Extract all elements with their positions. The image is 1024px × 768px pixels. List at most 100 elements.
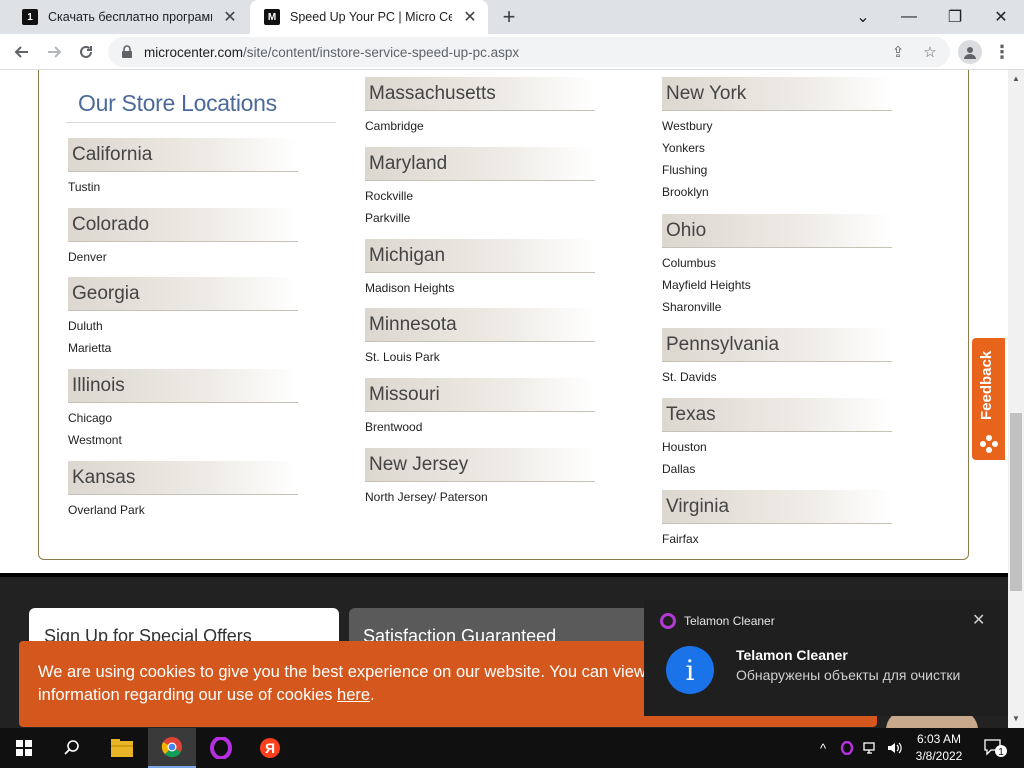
- restore-icon[interactable]: ❐: [932, 0, 978, 34]
- taskbar-clock[interactable]: 6:03 AM 3/8/2022: [908, 731, 970, 765]
- cookie-policy-link[interactable]: here: [337, 686, 370, 704]
- store-city-link[interactable]: Brooklyn: [662, 181, 892, 203]
- reload-icon[interactable]: [72, 38, 100, 66]
- page-scrollbar[interactable]: ▲ ▼: [1008, 70, 1024, 728]
- state-heading: Ohio: [662, 214, 892, 248]
- scrollbar-thumb[interactable]: [1010, 413, 1022, 591]
- store-city-link[interactable]: Cambridge: [365, 115, 595, 137]
- store-city-link[interactable]: Madison Heights: [365, 277, 595, 299]
- store-city-link[interactable]: Columbus: [662, 252, 892, 274]
- state-heading: Texas: [662, 398, 892, 432]
- new-tab-icon[interactable]: +: [498, 4, 520, 29]
- url-text: microcenter.com/site/content/instore-ser…: [144, 44, 520, 60]
- state-block: Texas Houston Dallas: [662, 398, 892, 480]
- windows-toast-notification[interactable]: Telamon Cleaner ✕ i Telamon Cleaner Обна…: [644, 600, 1008, 716]
- tab-search-chevron-icon[interactable]: ⌄: [840, 0, 886, 34]
- state-heading: Massachusetts: [365, 77, 595, 111]
- profile-icon[interactable]: [958, 40, 982, 64]
- opera-icon[interactable]: [197, 728, 245, 768]
- state-heading: Pennsylvania: [662, 328, 892, 362]
- start-icon[interactable]: [0, 728, 48, 768]
- tab-title: Скачать бесплатно программы: [48, 10, 212, 24]
- store-city-link[interactable]: Westbury: [662, 115, 892, 137]
- site-favicon-icon: 1: [22, 9, 38, 25]
- state-block: California Tustin: [68, 138, 298, 198]
- close-window-icon[interactable]: ✕: [978, 0, 1024, 34]
- minimize-icon[interactable]: —: [886, 0, 932, 34]
- info-icon: i: [666, 646, 714, 694]
- store-city-link[interactable]: St. Louis Park: [365, 346, 595, 368]
- store-city-link[interactable]: Houston: [662, 436, 892, 458]
- chevron-up-icon[interactable]: ^: [814, 739, 832, 757]
- state-block: Georgia Duluth Marietta: [68, 277, 298, 359]
- store-city-link[interactable]: Rockville: [365, 185, 595, 207]
- volume-icon[interactable]: [886, 739, 904, 757]
- state-heading: Colorado: [68, 208, 298, 242]
- share-icon[interactable]: ⇪: [888, 42, 908, 62]
- state-heading: Virginia: [662, 490, 892, 524]
- yandex-icon[interactable]: Я: [246, 728, 294, 768]
- state-block: Kansas Overland Park: [68, 461, 298, 521]
- arrow-left-icon[interactable]: [8, 38, 36, 66]
- toast-title: Telamon Cleaner: [736, 647, 848, 663]
- scroll-down-icon[interactable]: ▼: [1012, 714, 1020, 723]
- heading-divider: [66, 122, 336, 123]
- svg-text:Я: Я: [265, 740, 275, 756]
- store-city-link[interactable]: Marietta: [68, 337, 298, 359]
- tab-micro-center[interactable]: M Speed Up Your PC | Micro Center ✕: [250, 0, 488, 34]
- store-city-link[interactable]: Overland Park: [68, 499, 298, 521]
- store-city-link[interactable]: North Jersey/ Paterson: [365, 486, 595, 508]
- state-block: Michigan Madison Heights: [365, 239, 595, 299]
- store-city-link[interactable]: Sharonville: [662, 296, 892, 318]
- arrow-right-icon[interactable]: [40, 38, 68, 66]
- toast-message: Обнаружены объекты для очистки: [736, 667, 961, 683]
- tab-download-programs[interactable]: 1 Скачать бесплатно программы ✕: [8, 0, 248, 34]
- state-heading: New York: [662, 77, 892, 111]
- network-icon[interactable]: [862, 739, 880, 757]
- file-explorer-icon[interactable]: [98, 728, 146, 768]
- store-city-link[interactable]: Denver: [68, 246, 298, 268]
- state-heading: Missouri: [365, 378, 595, 412]
- search-icon[interactable]: [48, 728, 96, 768]
- close-tab-icon[interactable]: ✕: [220, 7, 240, 27]
- store-city-link[interactable]: Westmont: [68, 429, 298, 451]
- close-tab-icon[interactable]: ✕: [460, 7, 480, 27]
- chrome-icon[interactable]: [148, 728, 196, 768]
- state-block: Ohio Columbus Mayfield Heights Sharonvil…: [662, 214, 892, 318]
- windows-taskbar: Я ^ 6:03 AM 3/8/2022 1: [0, 728, 1024, 768]
- state-block: New Jersey North Jersey/ Paterson: [365, 448, 595, 508]
- store-city-link[interactable]: St. Davids: [662, 366, 892, 388]
- state-heading: Kansas: [68, 461, 298, 495]
- store-city-link[interactable]: Tustin: [68, 176, 298, 198]
- scroll-up-icon[interactable]: ▲: [1012, 74, 1020, 83]
- store-city-link[interactable]: Brentwood: [365, 416, 595, 438]
- state-heading: California: [68, 138, 298, 172]
- store-city-link[interactable]: Dallas: [662, 458, 892, 480]
- kebab-menu-icon[interactable]: ⋮: [992, 40, 1012, 64]
- state-block: Illinois Chicago Westmont: [68, 369, 298, 451]
- close-icon[interactable]: ✕: [972, 610, 985, 630]
- store-city-link[interactable]: Fairfax: [662, 528, 892, 550]
- store-city-link[interactable]: Flushing: [662, 159, 892, 181]
- address-bar[interactable]: microcenter.com/site/content/instore-ser…: [108, 37, 950, 67]
- store-city-link[interactable]: Yonkers: [662, 137, 892, 159]
- feedback-button[interactable]: Feedback: [972, 338, 1005, 460]
- store-city-link[interactable]: Chicago: [68, 407, 298, 429]
- telamon-app-icon: [660, 613, 676, 629]
- star-icon[interactable]: ☆: [920, 42, 940, 62]
- toast-app-name: Telamon Cleaner: [684, 614, 775, 628]
- state-block: New York Westbury Yonkers Flushing Brook…: [662, 77, 892, 203]
- store-city-link[interactable]: Duluth: [68, 315, 298, 337]
- clock-date: 3/8/2022: [915, 749, 963, 763]
- state-block: Maryland Rockville Parkville: [365, 147, 595, 229]
- browser-tab-strip: 1 Скачать бесплатно программы ✕ M Speed …: [0, 0, 1024, 34]
- store-city-link[interactable]: Mayfield Heights: [662, 274, 892, 296]
- action-center-icon[interactable]: 1: [983, 739, 1009, 757]
- store-city-link[interactable]: Parkville: [365, 207, 595, 229]
- feedback-label: Feedback: [978, 350, 995, 420]
- state-block: Virginia Fairfax: [662, 490, 892, 550]
- opera-tray-icon[interactable]: [838, 739, 856, 757]
- clock-time: 6:03 AM: [916, 732, 962, 746]
- lock-icon: [122, 45, 132, 58]
- state-heading: Michigan: [365, 239, 595, 273]
